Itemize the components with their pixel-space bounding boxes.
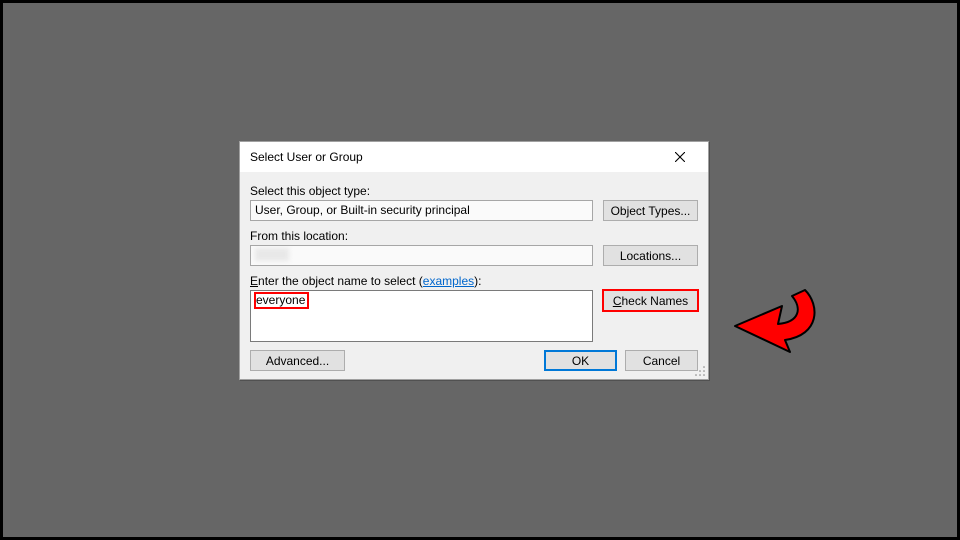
close-icon [675, 152, 685, 162]
advanced-button[interactable]: Advanced... [250, 350, 345, 371]
check-names-button[interactable]: Check Names [603, 290, 698, 311]
resize-grip-icon[interactable] [694, 365, 706, 377]
dialog-body: Select this object type: User, Group, or… [240, 172, 708, 379]
location-field [250, 245, 593, 266]
object-types-button[interactable]: Object Types... [603, 200, 698, 221]
object-name-input[interactable]: everyone [250, 290, 593, 342]
titlebar[interactable]: Select User or Group [240, 142, 708, 172]
close-button[interactable] [660, 145, 700, 169]
locations-button[interactable]: Locations... [603, 245, 698, 266]
ok-button[interactable]: OK [544, 350, 617, 371]
location-label: From this location: [250, 229, 698, 243]
object-type-field: User, Group, or Built-in security princi… [250, 200, 593, 221]
select-user-or-group-dialog: Select User or Group Select this object … [239, 141, 709, 380]
dialog-title: Select User or Group [250, 150, 660, 164]
examples-link[interactable]: examples [423, 274, 474, 288]
input-highlight: everyone [254, 292, 309, 309]
object-type-label: Select this object type: [250, 184, 698, 198]
location-value-redacted [255, 248, 289, 261]
cancel-button[interactable]: Cancel [625, 350, 698, 371]
object-name-label: Enter the object name to select (example… [250, 274, 698, 288]
dialog-button-row: Advanced... OK Cancel [250, 350, 698, 371]
